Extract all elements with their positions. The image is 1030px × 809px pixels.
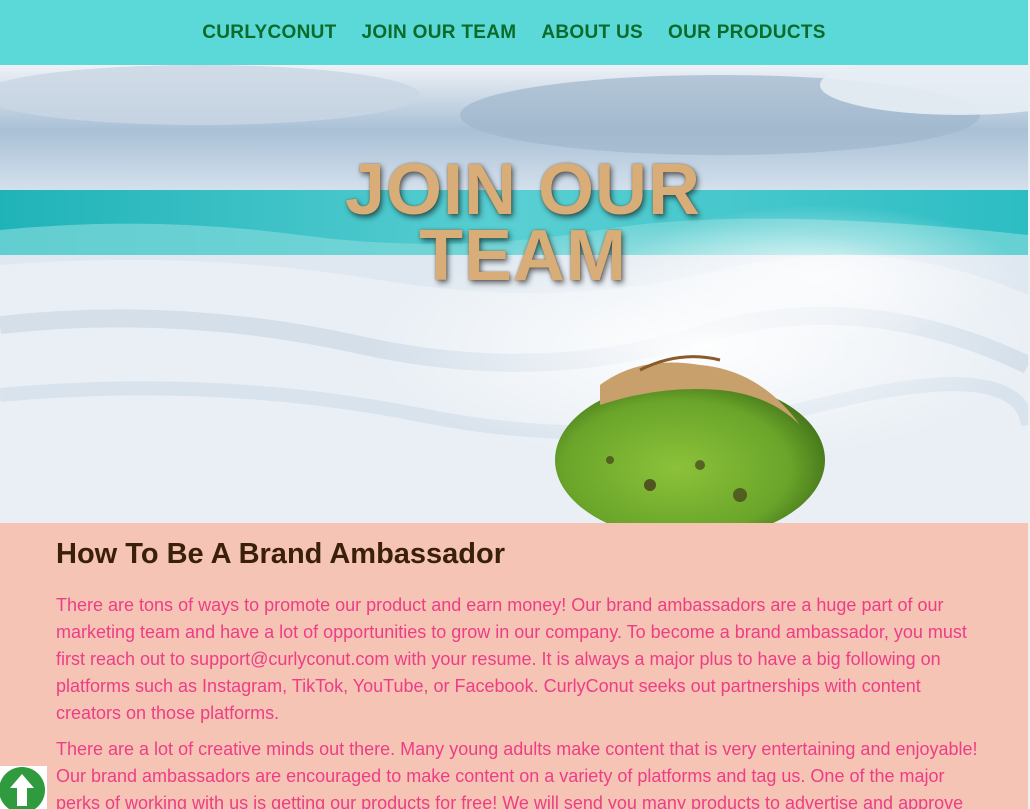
paragraph-2: There are a lot of creative minds out th… bbox=[56, 739, 978, 809]
brand-ambassador-section: How To Be A Brand Ambassador There are t… bbox=[0, 523, 1028, 809]
nav-item-our-products[interactable]: OUR PRODUCTS bbox=[656, 22, 839, 44]
section-heading: How To Be A Brand Ambassador bbox=[56, 538, 506, 570]
nav-item-join-our-team[interactable]: JOIN OUR TEAM bbox=[349, 22, 529, 44]
top-navbar: CURLYCONUT JOIN OUR TEAM ABOUT US OUR PR… bbox=[0, 0, 1028, 65]
back-to-top-button[interactable] bbox=[0, 766, 47, 809]
nav-item-curlyconut[interactable]: CURLYCONUT bbox=[190, 22, 349, 44]
hero-banner: JOIN OUR TEAM bbox=[0, 65, 1028, 523]
hero-title-line-2: TEAM bbox=[419, 216, 627, 296]
paragraph-1: There are tons of ways to promote our pr… bbox=[56, 595, 967, 723]
page: CURLYCONUT JOIN OUR TEAM ABOUT US OUR PR… bbox=[0, 0, 1030, 809]
arrow-up-circle-icon bbox=[0, 767, 45, 809]
hero-title-line-1: JOIN OUR bbox=[344, 150, 702, 230]
nav-item-about-us[interactable]: ABOUT US bbox=[529, 22, 656, 44]
hero-title: JOIN OUR TEAM bbox=[0, 150, 1028, 296]
